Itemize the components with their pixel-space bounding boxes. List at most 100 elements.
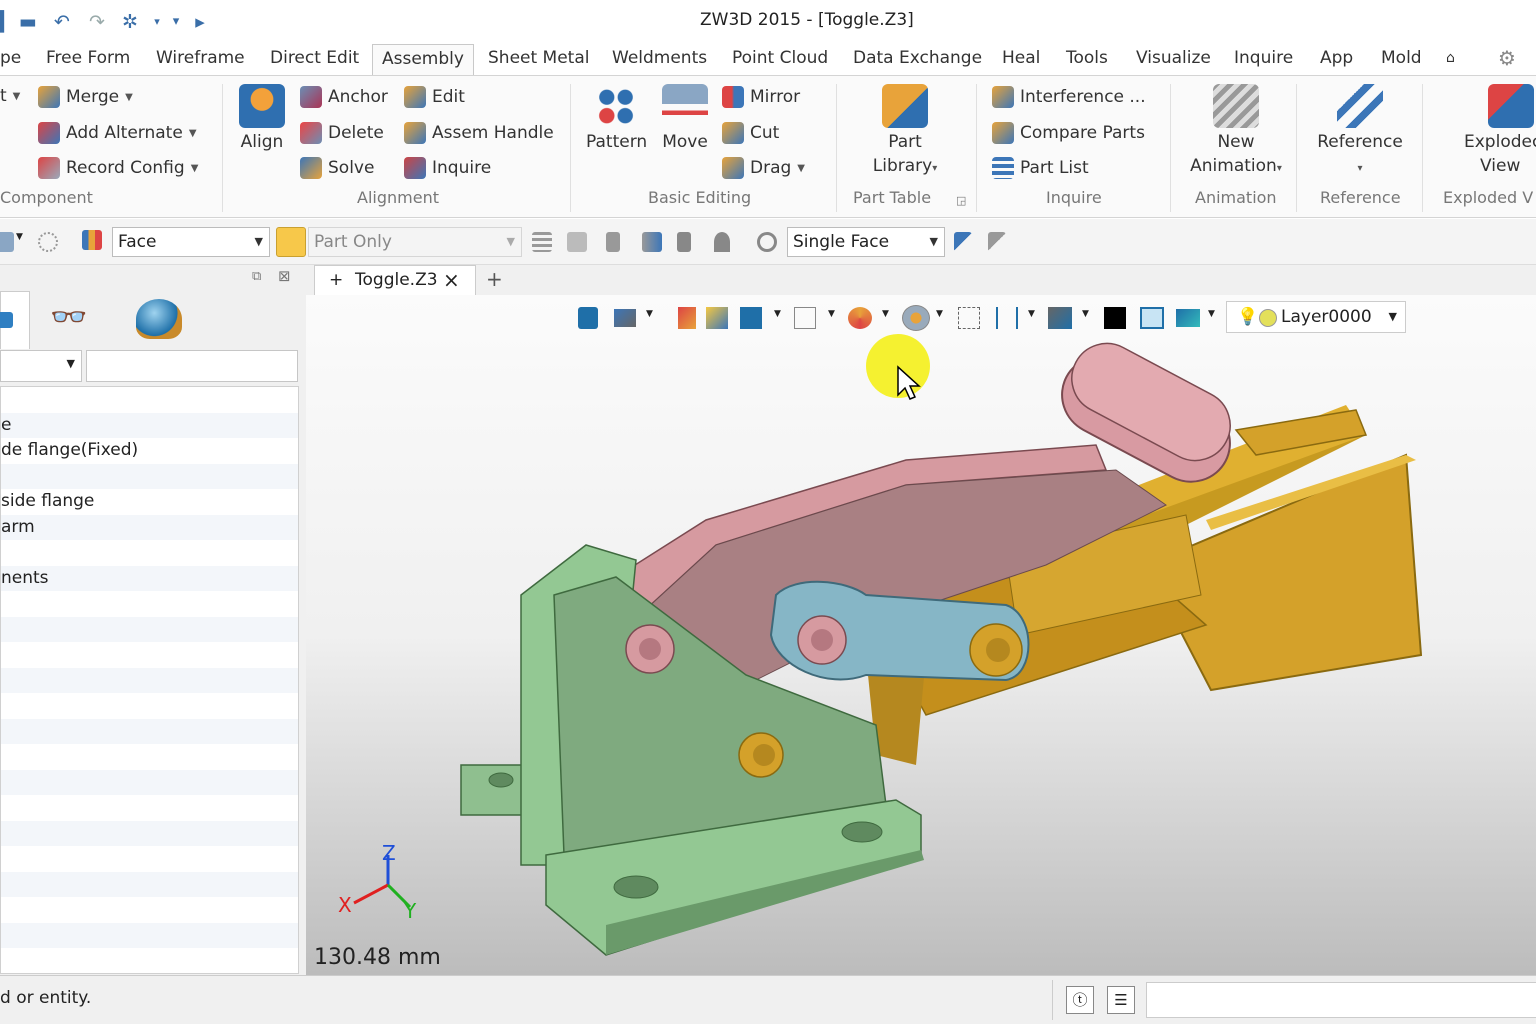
run-icon[interactable]: ▸ <box>188 10 212 34</box>
glasses-icon[interactable]: 👓 <box>50 303 87 333</box>
solve-button[interactable]: Solve <box>300 157 374 179</box>
close-panel-icon[interactable]: ⊠ <box>278 267 291 285</box>
save-icon[interactable]: ▌ <box>0 10 16 34</box>
cursor-filter-icon[interactable] <box>988 232 1006 252</box>
tree-row[interactable] <box>1 795 298 821</box>
print-icon[interactable]: ▬ <box>16 10 40 34</box>
merge-button[interactable]: Merge ▼ <box>38 86 133 108</box>
tree-row[interactable] <box>1 820 298 846</box>
tab-direct-edit[interactable]: Direct Edit <box>270 44 359 76</box>
tree-row[interactable] <box>1 642 298 668</box>
cut-button[interactable]: Cut <box>722 122 779 144</box>
tab-weldments[interactable]: Weldments <box>612 44 707 76</box>
tab-free-form[interactable]: Free Form <box>46 44 130 76</box>
drag-button[interactable]: Drag ▼ <box>722 157 805 179</box>
customize-icon[interactable]: ▾ <box>164 10 188 34</box>
tab-tools[interactable]: Tools <box>1066 44 1108 76</box>
settings-gear-icon[interactable]: ⚙ <box>1498 44 1516 76</box>
cursor-pick-icon[interactable] <box>954 232 972 252</box>
tab-point-cloud[interactable]: Point Cloud <box>732 44 828 76</box>
toggle-clamp-model[interactable] <box>306 295 1536 975</box>
filter-select[interactable]: Face ▼ <box>112 227 270 257</box>
tree-row[interactable]: side flange <box>1 489 298 515</box>
tab-data-exchange[interactable]: Data Exchange <box>853 44 982 76</box>
pattern-button[interactable]: Pattern <box>586 84 647 154</box>
reference-button[interactable]: Reference ▾ <box>1312 84 1408 181</box>
history-tab[interactable] <box>0 291 30 349</box>
pick-mode-select[interactable]: Single Face ▼ <box>787 227 945 257</box>
tree-row[interactable] <box>1 463 298 489</box>
anchor-button[interactable]: Anchor <box>300 86 388 108</box>
tab-visualize[interactable]: Visualize <box>1136 44 1211 76</box>
tab-heal[interactable]: Heal <box>1002 44 1040 76</box>
document-tab-toggle[interactable]: + Toggle.Z3 × <box>314 265 476 295</box>
filter-icon[interactable] <box>0 232 14 252</box>
add-alternate-button[interactable]: Add Alternate ▼ <box>38 122 197 144</box>
redo-icon[interactable]: ↷ <box>85 10 109 34</box>
restore-icon[interactable]: ⧉ <box>252 269 261 284</box>
dropdown-arrow-icon[interactable]: ▼ <box>16 232 24 252</box>
select-tool-icon[interactable] <box>606 232 620 252</box>
tab-shape[interactable]: pe <box>0 44 21 76</box>
tree-row[interactable] <box>1 846 298 872</box>
globe-view-icon[interactable] <box>136 299 182 339</box>
tab-mold[interactable]: Mold <box>1381 44 1422 76</box>
part-scope-icon[interactable] <box>276 227 306 257</box>
exploded-view-button[interactable]: Explodec View <box>1446 84 1536 178</box>
tree-row[interactable] <box>1 718 298 744</box>
tree-row[interactable] <box>1 387 298 413</box>
interference-button[interactable]: Interference ... <box>992 86 1146 108</box>
text-input-icon[interactable]: ⓣ <box>1066 986 1094 1014</box>
tab-sheet-metal[interactable]: Sheet Metal <box>488 44 590 76</box>
tree-row[interactable] <box>1 693 298 719</box>
tree-row[interactable]: de flange(Fixed) <box>1 438 298 464</box>
list-view-icon[interactable]: ☰ <box>1107 986 1135 1014</box>
select-tool-icon[interactable] <box>642 232 662 252</box>
tree-row[interactable]: arm <box>1 514 298 540</box>
edit-button[interactable]: Edit <box>404 86 465 108</box>
close-tab-icon[interactable]: × <box>443 266 460 294</box>
scope-select[interactable]: Part Only ▼ <box>308 227 522 257</box>
tree-row[interactable] <box>1 616 298 642</box>
insert-button[interactable]: t ▼ <box>0 86 20 106</box>
tree-row[interactable]: e <box>1 412 298 438</box>
tree-row[interactable] <box>1 897 298 923</box>
color-filter-icon[interactable] <box>82 230 102 250</box>
command-input[interactable] <box>1146 982 1536 1018</box>
select-tool-icon[interactable] <box>677 232 691 252</box>
lasso-icon[interactable] <box>38 232 58 252</box>
select-tool-icon[interactable] <box>532 232 552 252</box>
panel-filter-select[interactable]: ▼ <box>0 350 82 382</box>
tree-row[interactable] <box>1 948 298 974</box>
inquire-alignment-button[interactable]: Inquire <box>404 157 491 179</box>
tree-row[interactable] <box>1 871 298 897</box>
tree-row[interactable] <box>1 769 298 795</box>
align-button[interactable]: Align <box>236 84 288 154</box>
tab-app[interactable]: App <box>1320 44 1353 76</box>
move-button[interactable]: Move <box>656 84 714 154</box>
tree-row[interactable] <box>1 540 298 566</box>
3d-viewport[interactable]: 💡 Layer0000 ▼ ▼ ▼ ▼ ▼ ▼ ▼ ▼ ▼ Z X Y 130.… <box>306 295 1536 975</box>
panel-search-input[interactable] <box>86 350 298 382</box>
part-list-button[interactable]: Part List <box>992 157 1089 179</box>
pick-point-icon[interactable] <box>714 232 730 252</box>
tree-row[interactable] <box>1 591 298 617</box>
tree-row[interactable] <box>1 667 298 693</box>
new-tab-icon[interactable]: + <box>486 265 503 293</box>
dialog-launcher-icon[interactable]: ◲ <box>956 194 966 207</box>
tab-assembly[interactable]: Assembly <box>372 44 474 77</box>
pick-gear-icon[interactable] <box>757 232 777 252</box>
tab-wireframe[interactable]: Wireframe <box>156 44 245 76</box>
record-config-button[interactable]: Record Config ▼ <box>38 157 198 179</box>
assem-handle-button[interactable]: Assem Handle <box>404 122 554 144</box>
tree-row[interactable] <box>1 922 298 948</box>
regen-icon[interactable]: ✲ <box>118 10 142 34</box>
new-animation-button[interactable]: New Animation▾ <box>1184 84 1288 181</box>
select-tool-icon[interactable] <box>567 232 587 252</box>
collapse-ribbon-icon[interactable]: ⌂ <box>1446 44 1455 76</box>
undo-icon[interactable]: ↶ <box>50 10 74 34</box>
tab-inquire[interactable]: Inquire <box>1234 44 1293 76</box>
tree-row[interactable] <box>1 744 298 770</box>
delete-button[interactable]: Delete <box>300 122 384 144</box>
part-library-button[interactable]: Part Library▾ <box>864 84 946 181</box>
